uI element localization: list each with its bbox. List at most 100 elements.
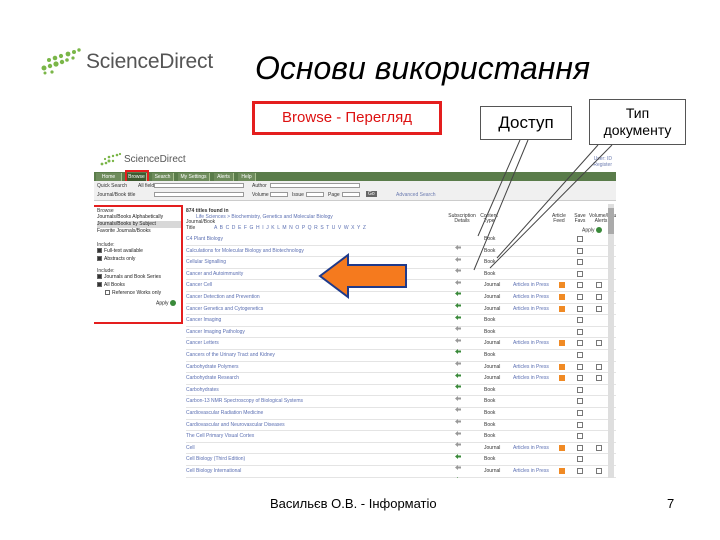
advanced-search-link[interactable]: Advanced Search: [396, 192, 435, 198]
volume-input[interactable]: [270, 192, 288, 197]
favorite-checkbox[interactable]: [577, 421, 583, 428]
favorite-checkbox[interactable]: [577, 375, 583, 382]
subject-line[interactable]: Life Sciences > Biochemistry, Genetics a…: [196, 214, 333, 220]
tab-my-settings[interactable]: My Settings: [178, 173, 210, 181]
favorite-checkbox[interactable]: [577, 444, 583, 451]
access-icon: [455, 260, 461, 274]
row-title-link[interactable]: Carbohydrates: [186, 387, 219, 393]
row-title-link[interactable]: Cancer Detection and Prevention: [186, 294, 260, 300]
rss-icon[interactable]: [559, 282, 565, 289]
go-button[interactable]: Go: [366, 191, 377, 197]
row-title-link[interactable]: Carbon-13 NMR Spectroscopy of Biological…: [186, 398, 303, 404]
row-title-link[interactable]: Cellular Signalling: [186, 259, 226, 265]
row-title-link[interactable]: Cancers of the Urinary Tract and Kidney: [186, 352, 275, 358]
tab-search[interactable]: Search: [152, 173, 174, 181]
articles-in-press-link[interactable]: Articles in Press: [513, 364, 549, 370]
rss-icon[interactable]: [559, 340, 565, 347]
list-apply-button[interactable]: Apply: [582, 227, 602, 233]
row-title-link[interactable]: Cell Biology (Third Edition): [186, 456, 245, 462]
page-input[interactable]: [342, 192, 360, 197]
row-title-link[interactable]: Cancer Imaging Pathology: [186, 329, 245, 335]
favorite-checkbox[interactable]: [577, 340, 583, 347]
favorite-checkbox[interactable]: [577, 317, 583, 324]
author-input[interactable]: [270, 183, 360, 188]
row-title-link[interactable]: The Cell Primary Visual Cortex: [186, 433, 254, 439]
row-title-link[interactable]: Cell Biology International: [186, 468, 241, 474]
table-row: Cancer Imaging Pathology Book: [186, 327, 616, 343]
alert-checkbox[interactable]: [596, 468, 602, 474]
nav-bar: Home Browse Search My Settings Alerts He…: [94, 170, 616, 183]
articles-in-press-link[interactable]: Articles in Press: [513, 340, 549, 346]
tab-alerts[interactable]: Alerts: [214, 173, 234, 181]
alert-checkbox[interactable]: [596, 294, 602, 300]
issue-input[interactable]: [306, 192, 324, 197]
favorite-checkbox[interactable]: [577, 468, 583, 474]
articles-in-press-link[interactable]: Articles in Press: [513, 468, 549, 474]
register-link[interactable]: Register: [593, 162, 612, 168]
access-icon: [455, 318, 461, 332]
rss-icon[interactable]: [559, 363, 565, 370]
articles-in-press-link[interactable]: Articles in Press: [513, 306, 549, 312]
access-icon: [455, 388, 461, 401]
alphabet-links[interactable]: A B C D E F G H I J K L M N O P Q R S T …: [214, 225, 366, 231]
screenshot-logo: ScienceDirect: [100, 150, 220, 168]
favorite-checkbox[interactable]: [577, 456, 583, 463]
favorite-checkbox[interactable]: [577, 294, 583, 300]
row-title-link[interactable]: Cardiovascular and Neurovascular Disease…: [186, 422, 285, 428]
articles-in-press-link[interactable]: Articles in Press: [513, 294, 549, 300]
access-icon: [455, 457, 461, 471]
author-label: Author: [252, 183, 267, 189]
favorite-checkbox[interactable]: [577, 259, 583, 266]
favorite-checkbox[interactable]: [577, 363, 583, 370]
tab-home[interactable]: Home: [96, 173, 122, 181]
rss-icon[interactable]: [559, 444, 565, 451]
favorite-checkbox[interactable]: [577, 236, 583, 242]
favorite-checkbox[interactable]: [577, 282, 583, 289]
rss-icon[interactable]: [559, 468, 565, 474]
row-title-link[interactable]: Cancer Genetics and Cytogenetics: [186, 306, 263, 312]
row-title-link[interactable]: Cardiovascular Radiation Medicine: [186, 410, 263, 416]
alert-checkbox[interactable]: [596, 340, 602, 347]
alert-checkbox[interactable]: [596, 363, 602, 370]
tab-help[interactable]: Help: [238, 173, 256, 181]
favorite-checkbox[interactable]: [577, 433, 583, 440]
rss-icon[interactable]: [559, 375, 565, 382]
row-title-link[interactable]: Cancer and Autoimmunity: [186, 271, 243, 277]
scrollbar-thumb[interactable]: [608, 208, 614, 234]
rss-icon[interactable]: [559, 294, 565, 300]
alert-checkbox[interactable]: [596, 305, 602, 312]
rss-icon[interactable]: [559, 305, 565, 312]
favorite-checkbox[interactable]: [577, 398, 583, 405]
favorite-checkbox[interactable]: [577, 247, 583, 254]
row-title-link[interactable]: Cancer Cell: [186, 282, 212, 288]
articles-in-press-link[interactable]: Articles in Press: [513, 375, 549, 381]
all-fields-input[interactable]: [154, 183, 244, 188]
articles-in-press-link[interactable]: Articles in Press: [513, 445, 549, 451]
row-title-link[interactable]: Carbohydrate Research: [186, 375, 239, 381]
row-title-link[interactable]: Cancer Letters: [186, 340, 219, 346]
favorite-checkbox[interactable]: [577, 386, 583, 393]
favorite-checkbox[interactable]: [577, 270, 583, 277]
alert-checkbox[interactable]: [596, 444, 602, 451]
table-row: Carbohydrate Research Journal Articles in …: [186, 373, 616, 390]
row-title-link[interactable]: Calculations for Molecular Biology and B…: [186, 248, 304, 254]
row-title-link[interactable]: C4 Plant Biology: [186, 236, 223, 242]
favorite-checkbox[interactable]: [577, 352, 583, 358]
row-content-type: Book: [484, 421, 496, 428]
callout-doc-type: Тип документу: [589, 99, 686, 145]
alert-checkbox[interactable]: [596, 375, 602, 382]
favorite-checkbox[interactable]: [577, 328, 583, 335]
row-title-link[interactable]: Carbohydrate Polymers: [186, 364, 239, 370]
row-content-type: Book: [484, 270, 496, 277]
user-links[interactable]: User: ID Register: [593, 156, 612, 168]
articles-in-press-link[interactable]: Articles in Press: [513, 282, 549, 288]
journal-title-input[interactable]: [154, 192, 244, 197]
row-title-link[interactable]: Cancer Imaging: [186, 317, 221, 323]
row-content-type: Book: [484, 456, 496, 463]
dots-logo-icon: [100, 152, 122, 166]
alert-checkbox[interactable]: [596, 282, 602, 289]
favorite-checkbox[interactable]: [577, 410, 583, 416]
row-title-link[interactable]: Cell: [186, 445, 195, 451]
scrollbar[interactable]: [608, 204, 614, 478]
favorite-checkbox[interactable]: [577, 305, 583, 312]
